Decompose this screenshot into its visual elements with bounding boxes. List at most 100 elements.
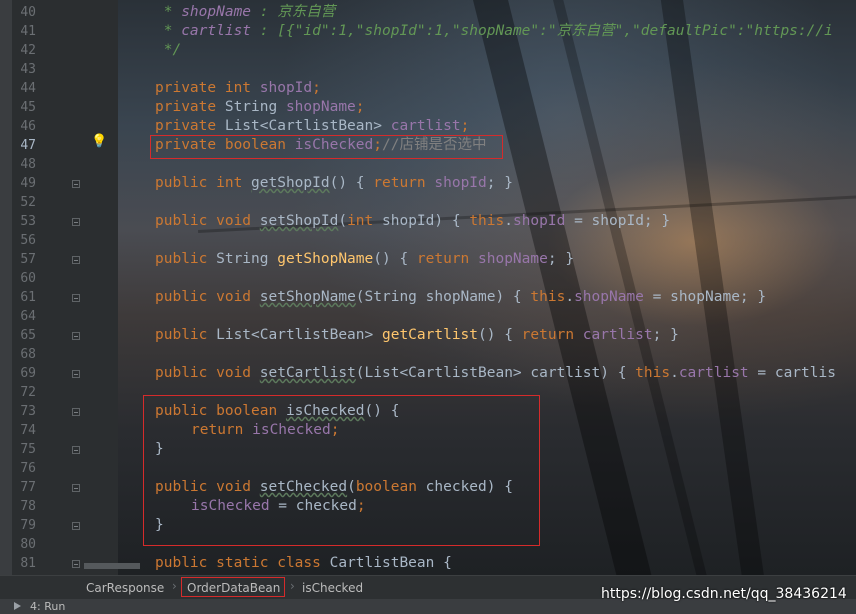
line-number: 40 [20,5,36,20]
code-token: ; [355,99,365,115]
code-line[interactable]: 56 [0,231,856,250]
breadcrumb-item-carresponse[interactable]: CarResponse [86,581,164,595]
code-token: shopId [512,213,566,229]
line-number: 46 [20,119,36,134]
fold-toggle-icon[interactable] [72,180,80,188]
line-number: 57 [20,252,36,267]
line-number: 68 [20,347,36,362]
fold-toggle-icon[interactable] [72,370,80,378]
code-token: = shopId; } [565,213,671,229]
code-text: */ [155,41,181,60]
fold-toggle-icon[interactable] [72,294,80,302]
code-line[interactable]: 60 [0,269,856,288]
code-token: shopName [574,289,644,305]
run-tab-label[interactable]: 4: Run [30,600,65,613]
code-token: . [565,289,575,305]
code-token: getShopId [251,175,330,191]
line-number: 76 [20,461,36,476]
code-line[interactable]: 42 */ [0,41,856,60]
code-token: public void [155,365,260,381]
code-token: */ [155,42,182,58]
code-line[interactable]: 44 private int shopId; [0,79,856,98]
line-number: 74 [20,423,36,438]
line-number: 80 [20,537,36,552]
code-line[interactable]: 46 private List<CartlistBean> cartlist; [0,117,856,136]
code-line[interactable]: 40 * shopName : 京东自营 [0,3,856,22]
line-number: 48 [20,157,36,172]
lightbulb-icon[interactable]: 💡 [91,135,107,149]
code-line[interactable]: 45 private String shopName; [0,98,856,117]
horizontal-scrollbar[interactable] [84,563,140,569]
code-token: cartlist [582,327,653,343]
fold-toggle-icon[interactable] [72,218,80,226]
code-token: getShopName [277,251,374,267]
code-line[interactable]: 69 public void setCartlist(List<CartlistB… [0,364,856,383]
code-line[interactable]: 65 public List<CartlistBean> getCartlist(… [0,326,856,345]
line-number: 64 [20,309,36,324]
code-token: ( [338,213,348,229]
code-token: . [504,213,513,229]
line-number: 47 [20,138,36,153]
code-token: cartlist [390,118,461,134]
code-line[interactable]: 57 public String getShopName() { return s… [0,250,856,269]
code-token: : 京东自营 [251,4,336,20]
code-line[interactable]: 61 public void setShopName(String shopNam… [0,288,856,307]
fold-toggle-icon[interactable] [72,256,80,264]
code-token: shopId [259,80,313,96]
code-token: (String shopName) { [355,289,531,305]
line-number: 69 [20,366,36,381]
code-line[interactable]: 43 [0,60,856,79]
code-token: shopId) { [382,213,470,229]
code-token: cartlist [181,23,252,39]
code-text: public void setCartlist(List<CartlistBea… [155,364,836,383]
code-line[interactable]: 68 [0,345,856,364]
fold-toggle-icon[interactable] [72,484,80,492]
code-line[interactable]: 53 public void setShopId(int shopId) { th… [0,212,856,231]
code-token: this [530,289,566,305]
code-token: this [469,213,505,229]
fold-toggle-icon[interactable] [72,560,80,568]
code-token: * [155,23,182,39]
line-number: 65 [20,328,36,343]
breadcrumb-item-ischecked[interactable]: isChecked [302,581,363,595]
code-token: ; } [652,327,679,343]
code-text: * cartlist : [{"id":1,"shopId":1,"shopNa… [155,22,833,41]
fold-toggle-icon[interactable] [72,522,80,530]
code-text: private List<CartlistBean> cartlist; [155,117,469,136]
code-line[interactable]: 52 [0,193,856,212]
line-number: 52 [20,195,36,210]
code-token: List<CartlistBean> [224,118,391,134]
code-token: setShopId [259,213,339,229]
code-token: public [155,251,217,267]
line-number: 75 [20,442,36,457]
code-text: private int shopId; [155,79,321,98]
code-token: setCartlist [259,365,356,381]
line-number: 78 [20,499,36,514]
code-token: ; [312,80,321,96]
fold-toggle-icon[interactable] [72,446,80,454]
code-text: public String getShopName() { return sho… [155,250,574,269]
run-icon[interactable] [14,602,21,610]
code-token: private [155,99,225,115]
line-number: 79 [20,518,36,533]
code-token: return [521,327,583,343]
code-token: cartlist [678,365,749,381]
code-token: this [635,365,671,381]
code-token: * [155,4,182,20]
code-line[interactable]: 49 public int getShopId() { return shopId… [0,174,856,193]
code-token: getCartlist [381,327,479,343]
fold-toggle-icon[interactable] [72,408,80,416]
line-number: 43 [20,62,36,77]
code-text: * shopName : 京东自营 [155,3,336,22]
code-token: setShopName [259,289,356,305]
code-token: public static class [155,555,330,571]
code-text: public void setShopId(int shopId) { this… [155,212,670,231]
code-token: : [{"id":1,"shopId":1,"shopName":"京东自营",… [251,23,755,39]
code-token: public void [155,213,260,229]
fold-toggle-icon[interactable] [72,332,80,340]
code-line[interactable]: 41 * cartlist : [{"id":1,"shopId":1,"sho… [0,22,856,41]
line-number: 61 [20,290,36,305]
line-number: 77 [20,480,36,495]
code-line[interactable]: 64 [0,307,856,326]
code-token: String [224,99,286,115]
